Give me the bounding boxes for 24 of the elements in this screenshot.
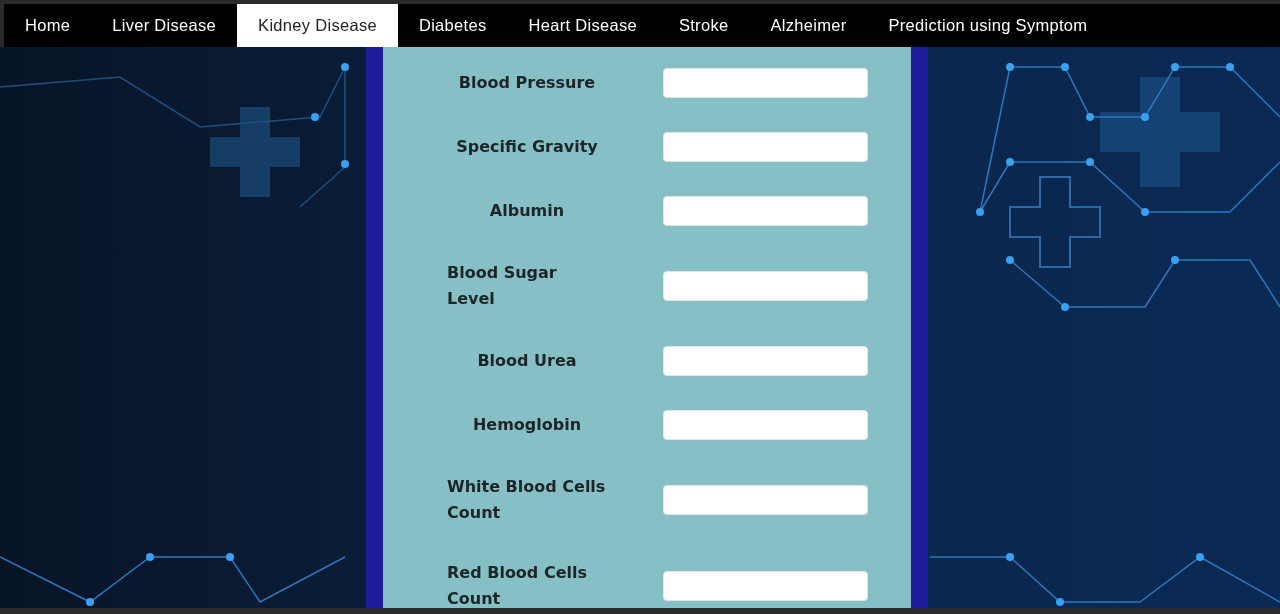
input-field[interactable] — [663, 68, 868, 98]
field-label: Albumin — [489, 200, 565, 222]
nav-tab[interactable]: Prediction using Symptom — [867, 4, 1109, 47]
nav-tab[interactable]: Home — [4, 4, 92, 47]
nav-tab[interactable]: Diabetes — [397, 4, 508, 47]
field-label: Blood Pressure — [458, 72, 596, 94]
input-field[interactable] — [663, 196, 868, 226]
nav-tab[interactable]: Stroke — [657, 4, 750, 47]
input-field[interactable] — [663, 410, 868, 440]
input-field[interactable] — [663, 132, 868, 162]
field-label: White Blood Cells Count — [447, 476, 607, 524]
input-field[interactable] — [663, 571, 868, 601]
input-field[interactable] — [663, 485, 868, 515]
nav-tab[interactable]: Liver Disease — [91, 4, 238, 47]
input-field[interactable] — [663, 346, 868, 376]
nav-tab[interactable]: Heart Disease — [507, 4, 658, 47]
field-label: Specific Gravity — [456, 136, 598, 158]
nav-tab[interactable]: Kidney Disease — [237, 4, 398, 47]
field-label: Blood Urea — [477, 350, 577, 372]
field-label: Hemoglobin — [472, 414, 582, 436]
nav-tab[interactable]: Alzheimer — [749, 4, 868, 47]
input-field[interactable] — [663, 271, 868, 301]
field-label: Blood Sugar Level — [447, 262, 558, 310]
field-label: Red Blood Cells Count — [447, 562, 588, 608]
